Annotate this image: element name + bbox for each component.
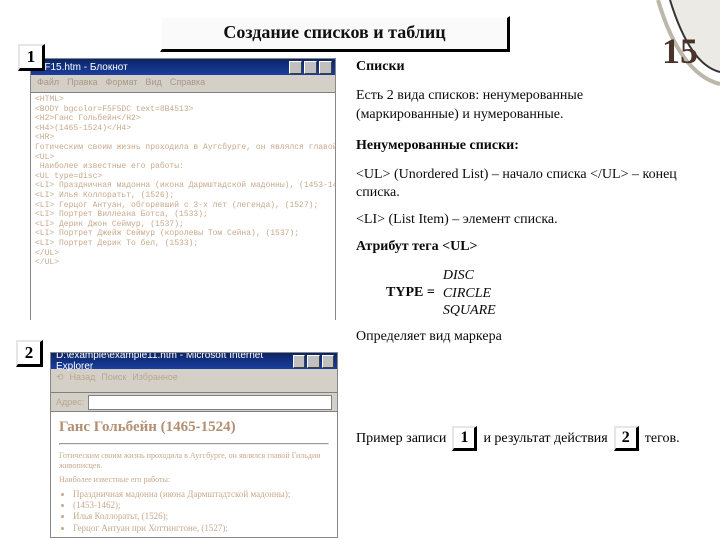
browser-titlebar: D:\example\example11.htm - Microsoft Int… (51, 353, 337, 369)
example-line: Пример записи 1 и результат действия 2 т… (356, 426, 706, 451)
close-icon (322, 355, 334, 368)
list-item: Праздничная мадонна (икона Дармштадтской… (73, 489, 329, 500)
page-list: Праздничная мадонна (икона Дармштадтской… (73, 489, 329, 533)
ref-badge-2: 2 (614, 426, 639, 451)
editor-titlebar: ...F15.htm - Блокнот (31, 59, 335, 75)
section-intro: Есть 2 вида списков: ненумерованные (мар… (356, 87, 686, 125)
address-bar: Адрес: (51, 393, 337, 412)
address-box (88, 395, 332, 410)
menu-item: Файл (37, 77, 59, 92)
editor-title-text: ...F15.htm - Блокнот (36, 62, 128, 73)
toolbar-item: Поиск (101, 372, 126, 392)
toolbar-item: Назад (70, 372, 96, 392)
minimize-icon (293, 355, 305, 368)
browser-title-text: D:\example\example11.htm - Microsoft Int… (56, 352, 291, 372)
text-frag: тегов. (645, 431, 680, 447)
ref-badge-1: 1 (452, 426, 477, 451)
badge-1: 1 (18, 44, 45, 71)
page-para: Готическим своим жизнь проходила в Аугсб… (59, 451, 329, 471)
list-item: Герцог Антуан при Хоттингтоне, (1527); (73, 523, 329, 534)
address-label: Адрес: (56, 397, 84, 407)
menu-item: Правка (67, 77, 97, 92)
maximize-icon (307, 355, 319, 368)
li-desc: <LI> (List Item) – элемент списка. (356, 211, 686, 230)
browser-page: Ганс Гольбейн (1465-1524) Готическим сво… (51, 412, 337, 533)
menu-item: Вид (146, 77, 162, 92)
ul-desc: <UL> (Unordered List) – начало списка </… (356, 166, 686, 204)
type-options: DISC CIRCLE SQUARE (443, 267, 496, 320)
text-frag: и результат действия (483, 431, 607, 447)
attribute-heading: Атрибут тега <UL> (356, 238, 686, 257)
browser-toolbar: ⟲ Назад Поиск Избранное (51, 369, 337, 393)
maximize-icon (304, 61, 317, 74)
section-heading: Списки (356, 58, 686, 77)
slide-title: Создание списков и таблиц (160, 16, 510, 52)
list-item: Илья Коллоратьт, (1526); (73, 511, 329, 522)
close-icon (319, 61, 332, 74)
text-frag: Пример записи (356, 431, 446, 447)
menu-item: Формат (106, 77, 138, 92)
list-item: (1453-1462); (73, 500, 329, 511)
browser-window: D:\example\example11.htm - Microsoft Int… (50, 352, 338, 538)
minimize-icon (289, 61, 302, 74)
badge-2: 2 (16, 340, 43, 367)
type-opt: CIRCLE (443, 285, 496, 303)
editor-menubar: Файл Правка Формат Вид Справка (31, 75, 335, 93)
marker-desc: Определяет вид маркера (356, 328, 686, 347)
content-column: Списки Есть 2 вида списков: ненумерованн… (356, 58, 686, 359)
editor-window: ...F15.htm - Блокнот Файл Правка Формат … (30, 58, 336, 320)
type-label: TYPE = (386, 284, 435, 303)
page-para: Наиболее известные его работы: (59, 475, 329, 485)
subsection-heading: Ненумерованные списки: (356, 137, 686, 156)
type-opt: SQUARE (443, 302, 496, 320)
page-heading: Ганс Гольбейн (1465-1524) (59, 418, 329, 437)
toolbar-item: Избранное (132, 372, 178, 392)
type-block: TYPE = DISC CIRCLE SQUARE (386, 267, 686, 320)
editor-code: <HTML> <BODY bgcolor=F5F5DC text=8B4513>… (31, 93, 335, 324)
back-icon: ⟲ (56, 372, 64, 392)
type-opt: DISC (443, 267, 496, 285)
menu-item: Справка (170, 77, 205, 92)
